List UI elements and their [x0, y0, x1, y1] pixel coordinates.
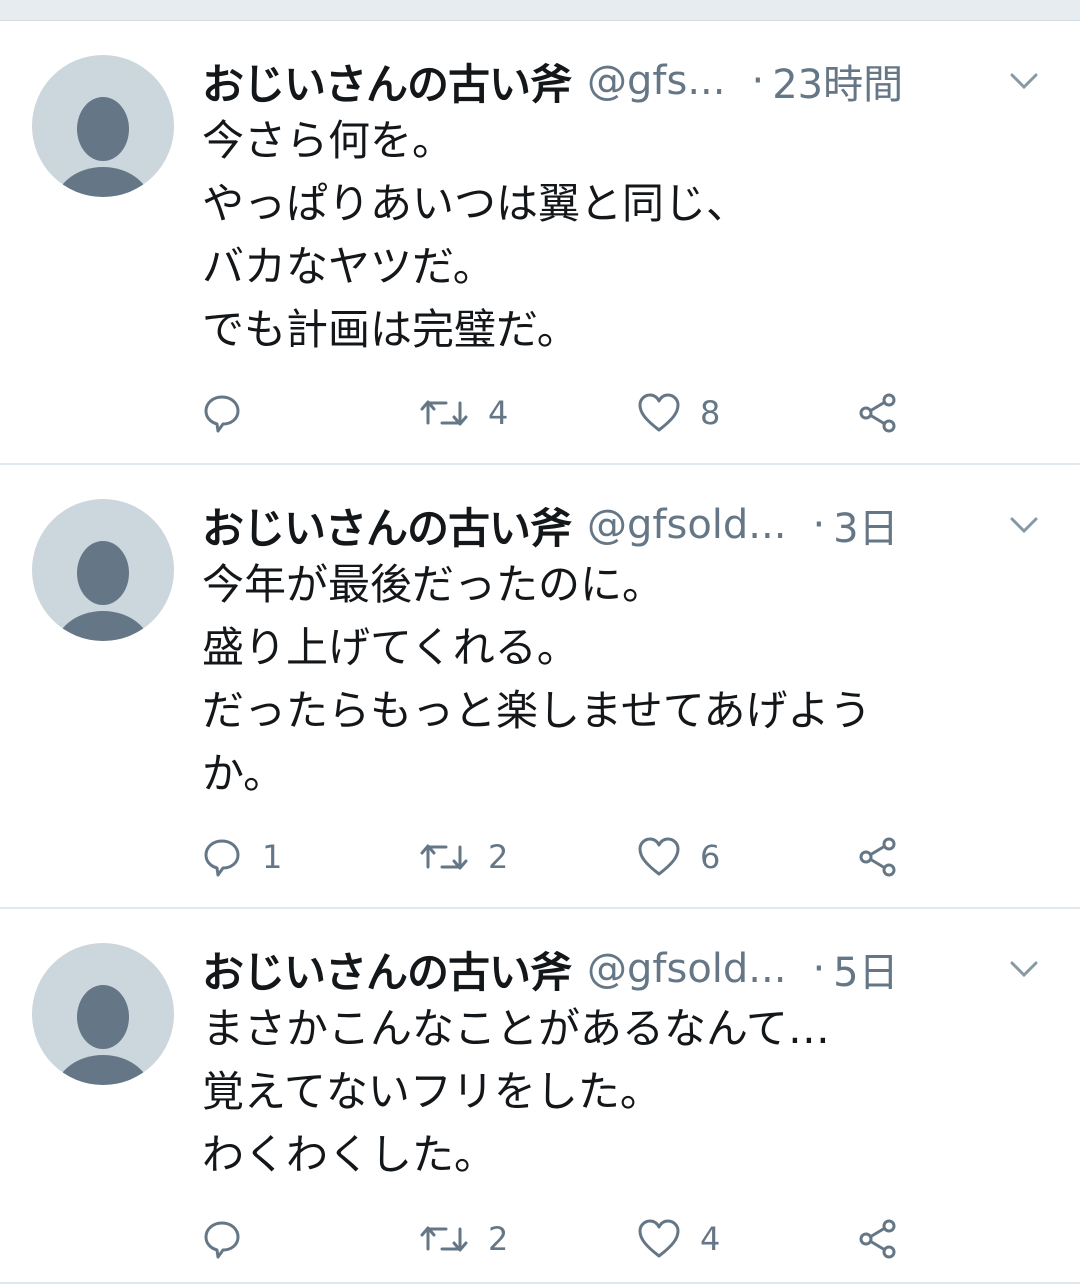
like-count: 8 — [700, 394, 721, 432]
like-button[interactable]: 4 — [636, 1211, 720, 1267]
tweet-text: 今年が最後だったのに。 盛り上げてくれる。 だったらもっと楽しませてあげよう か… — [202, 553, 1002, 805]
tweet-line: わくわくした。 — [202, 1130, 497, 1179]
retweet-button[interactable]: 2 — [418, 1211, 508, 1267]
tweet-line: 盛り上げてくれる。 — [202, 623, 579, 672]
default-profile-icon — [56, 97, 150, 197]
reply-button[interactable]: 1 — [200, 829, 282, 885]
tweet-text: 今さら何を。 やっぱりあいつは翼と同じ、 バカなヤツだ。 でも計画は完璧だ。 — [202, 109, 1002, 361]
tweet-line: バカなヤツだ。 — [202, 242, 495, 291]
action-bar: 4 8 — [200, 385, 960, 441]
chevron-down-icon[interactable] — [1004, 955, 1044, 985]
heart-icon — [638, 837, 680, 876]
tweet-line: まさかこんなことがあるなんて… — [202, 1004, 830, 1053]
tweet[interactable]: おじいさんの古い斧 @gfsold... · 5日 まさかこんなことがあるなんて… — [0, 909, 1080, 1284]
tweet-header: おじいさんの古い斧 @gfsold... · 5日 — [202, 939, 1050, 999]
avatar[interactable] — [32, 499, 174, 641]
top-bar — [0, 0, 1080, 21]
default-profile-icon — [56, 985, 150, 1085]
tweet-header: おじいさんの古い斧 @gfs... · 23時間 — [202, 51, 1050, 111]
share-button[interactable] — [856, 385, 900, 441]
action-bar: 1 2 6 — [200, 829, 960, 885]
action-bar: 2 4 — [200, 1211, 960, 1267]
reply-button[interactable] — [200, 1211, 262, 1267]
tweet-line: だったらもっと楽しませてあげよう — [202, 686, 872, 735]
reply-icon — [204, 1221, 240, 1259]
user-handle[interactable]: @gfsold... — [587, 502, 786, 548]
tweet-line: 覚えてないフリをした。 — [202, 1067, 662, 1116]
reply-button[interactable] — [200, 385, 262, 441]
retweet-button[interactable]: 4 — [418, 385, 508, 441]
heart-icon — [638, 393, 680, 432]
retweet-icon — [420, 844, 468, 870]
reply-icon — [204, 395, 240, 433]
share-button[interactable] — [856, 829, 900, 885]
tweet-line: 今年が最後だったのに。 — [202, 560, 665, 609]
tweet-line: でも計画は完璧だ。 — [202, 305, 579, 354]
display-name[interactable]: おじいさんの古い斧 — [202, 939, 572, 1000]
timestamp[interactable]: 3日 — [833, 496, 898, 554]
like-count: 6 — [700, 838, 721, 876]
retweet-icon — [420, 400, 468, 426]
retweet-count: 2 — [488, 838, 509, 876]
timestamp[interactable]: 23時間 — [772, 52, 903, 110]
retweet-icon — [420, 1226, 468, 1252]
avatar[interactable] — [32, 55, 174, 197]
tweet-line: か。 — [202, 749, 286, 798]
retweet-button[interactable]: 2 — [418, 829, 508, 885]
user-handle[interactable]: @gfsold... — [587, 946, 786, 992]
tweet-line: 今さら何を。 — [202, 116, 455, 165]
chevron-down-icon[interactable] — [1004, 67, 1044, 97]
heart-icon — [638, 1219, 680, 1258]
tweet[interactable]: おじいさんの古い斧 @gfs... · 23時間 今さら何を。 やっぱりあいつは… — [0, 21, 1080, 465]
share-icon — [859, 837, 896, 877]
retweet-count: 4 — [488, 394, 509, 432]
display-name[interactable]: おじいさんの古い斧 — [202, 51, 572, 112]
chevron-down-icon[interactable] — [1004, 511, 1044, 541]
tweet-header: おじいさんの古い斧 @gfsold... · 3日 — [202, 495, 1050, 555]
reply-icon — [204, 839, 240, 877]
display-name[interactable]: おじいさんの古い斧 — [202, 495, 572, 556]
share-icon — [859, 393, 896, 433]
like-count: 4 — [700, 1220, 721, 1258]
tweet[interactable]: おじいさんの古い斧 @gfsold... · 3日 今年が最後だったのに。 盛り… — [0, 465, 1080, 909]
like-button[interactable]: 6 — [636, 829, 720, 885]
separator-dot: · — [812, 502, 826, 548]
separator-dot: · — [812, 946, 826, 992]
reply-count: 1 — [262, 838, 283, 876]
avatar[interactable] — [32, 943, 174, 1085]
timestamp[interactable]: 5日 — [833, 940, 898, 998]
tweet-text: まさかこんなことがあるなんて… 覚えてないフリをした。 わくわくした。 — [202, 997, 1002, 1186]
default-profile-icon — [56, 541, 150, 641]
user-handle[interactable]: @gfs... — [587, 58, 725, 104]
share-button[interactable] — [856, 1211, 900, 1267]
tweet-line: やっぱりあいつは翼と同じ、 — [202, 179, 749, 228]
share-icon — [859, 1219, 896, 1259]
separator-dot: · — [751, 58, 765, 104]
retweet-count: 2 — [488, 1220, 509, 1258]
like-button[interactable]: 8 — [636, 385, 720, 441]
